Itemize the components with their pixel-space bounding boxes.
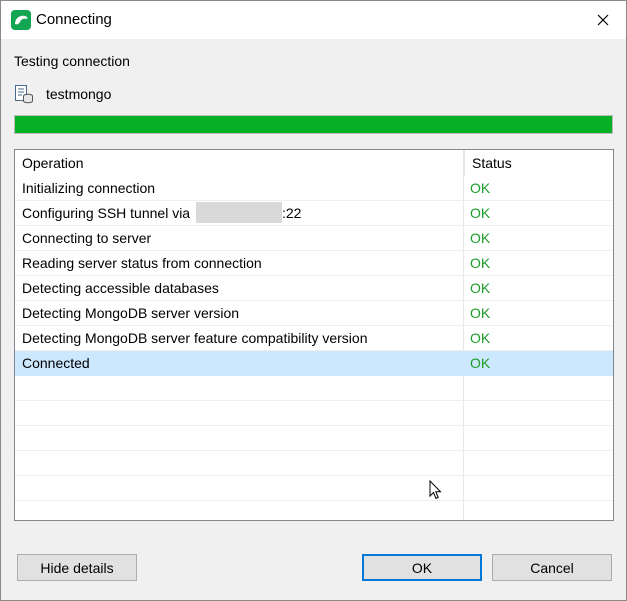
empty-row (15, 476, 613, 501)
table-row-selected[interactable]: Connected OK (15, 351, 613, 376)
status-cell: OK (470, 280, 491, 296)
window-title: Connecting (36, 11, 112, 28)
status-cell: OK (470, 355, 491, 371)
operations-table[interactable]: Operation Status Initializing connection… (14, 149, 614, 521)
cancel-button[interactable]: Cancel (492, 554, 612, 581)
operation-port: :22 (282, 205, 302, 221)
status-cell: OK (470, 330, 491, 346)
operation-cell: Detecting accessible databases (22, 280, 219, 296)
close-button[interactable] (580, 1, 626, 39)
table-row[interactable]: Connecting to server OK (15, 226, 613, 251)
operation-cell: Detecting MongoDB server version (22, 305, 240, 321)
database-connection-icon (15, 85, 33, 104)
connecting-dialog: Connecting Testing connection testmongo … (0, 0, 627, 601)
close-icon (597, 14, 609, 26)
table-row[interactable]: Configuring SSH tunnel via :22 OK (15, 201, 613, 226)
operation-cell: Reading server status from connection (22, 255, 262, 271)
table-header: Operation Status (15, 150, 613, 176)
connection-row: testmongo (14, 83, 111, 105)
column-header-status[interactable]: Status (464, 150, 613, 176)
connection-name: testmongo (46, 86, 112, 102)
redacted-host (196, 202, 282, 223)
table-row[interactable]: Reading server status from connection OK (15, 251, 613, 276)
table-body: Initializing connection OK Configuring S… (15, 176, 613, 520)
testing-heading: Testing connection (14, 53, 130, 69)
title-bar: Connecting (1, 1, 626, 39)
status-cell: OK (470, 305, 491, 321)
operation-cell: Connecting to server (22, 230, 152, 246)
table-row[interactable]: Detecting accessible databases OK (15, 276, 613, 301)
empty-row (15, 376, 613, 401)
status-cell: OK (470, 230, 491, 246)
operation-cell: Connected (22, 355, 90, 371)
operation-cell: Detecting MongoDB server feature compati… (22, 330, 368, 346)
table-row[interactable]: Detecting MongoDB server version OK (15, 301, 613, 326)
empty-row (15, 401, 613, 426)
status-cell: OK (470, 205, 491, 221)
progress-bar (14, 115, 613, 134)
column-header-operation[interactable]: Operation (15, 150, 464, 176)
operation-text: Configuring SSH tunnel via (22, 205, 191, 221)
status-cell: OK (470, 180, 491, 196)
empty-row (15, 426, 613, 451)
hide-details-button[interactable]: Hide details (17, 554, 137, 581)
status-cell: OK (470, 255, 491, 271)
table-row[interactable]: Initializing connection OK (15, 176, 613, 201)
mouse-cursor-icon (429, 480, 442, 500)
table-row[interactable]: Detecting MongoDB server feature compati… (15, 326, 613, 351)
empty-row (15, 501, 613, 520)
operation-cell: Initializing connection (22, 180, 156, 196)
ok-button[interactable]: OK (362, 554, 482, 581)
operation-cell: Configuring SSH tunnel via :22 (22, 201, 301, 225)
progress-fill (15, 116, 612, 133)
app-logo-icon (11, 10, 31, 30)
empty-row (15, 451, 613, 476)
